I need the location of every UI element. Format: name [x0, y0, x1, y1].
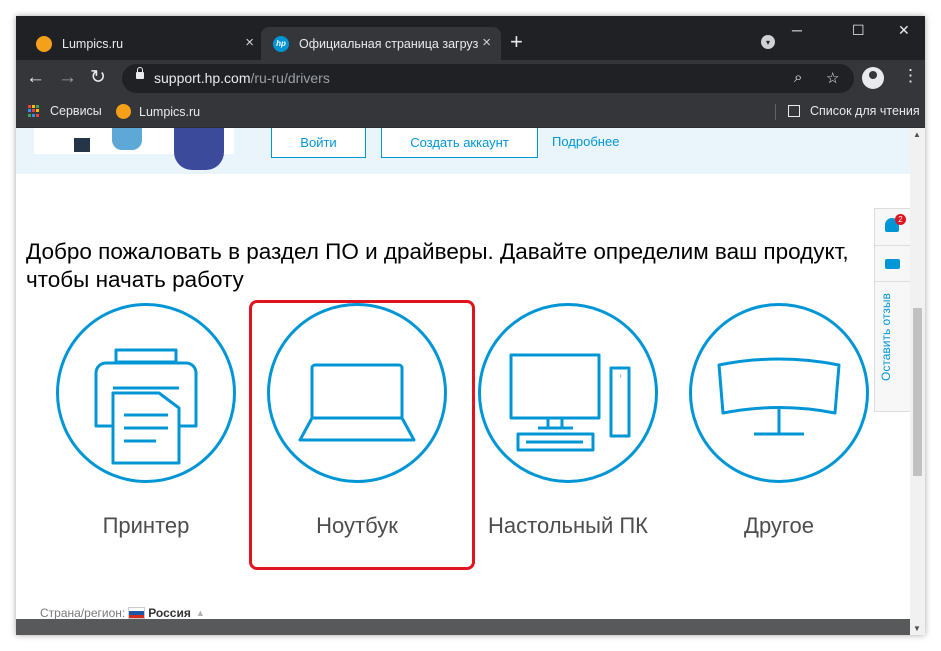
region-selector[interactable]: Страна/регион: Россия ▲	[40, 606, 205, 619]
maximize-icon[interactable]: ☐	[852, 22, 865, 39]
toolbar: ← → ↻ support.hp.com/ru-ru/drivers ⌕ ☆ ⋮	[16, 60, 925, 97]
address-bar[interactable]: support.hp.com/ru-ru/drivers ⌕ ☆	[122, 64, 854, 93]
reading-list-icon	[788, 105, 800, 117]
russia-flag-icon	[128, 607, 146, 619]
tab-search-icon[interactable]: ▾	[761, 35, 775, 49]
desktop-icon	[509, 353, 631, 452]
bookmark-apps[interactable]: Сервисы	[28, 104, 102, 118]
banner-illustration-chair	[112, 128, 142, 150]
page-footer-band	[16, 619, 910, 635]
banner-illustration-item	[74, 138, 90, 152]
tab-title: Lumpics.ru	[62, 36, 124, 51]
category-desktop[interactable]: Настольный ПК	[456, 303, 666, 543]
vertical-scrollbar[interactable]: ▲ ▼	[910, 128, 925, 635]
url-path: /ru-ru/drivers	[250, 70, 330, 86]
side-divider	[875, 281, 910, 282]
browser-window: Lumpics.ru × hp Официальная страница заг…	[16, 16, 925, 635]
country-name: Россия	[148, 606, 191, 619]
tab-strip: Lumpics.ru × hp Официальная страница заг…	[16, 16, 925, 60]
banner-illustration-person	[174, 128, 224, 170]
region-label: Страна/регион:	[40, 606, 126, 619]
tab-close-icon[interactable]: ×	[245, 35, 254, 51]
welcome-heading: Добро пожаловать в раздел ПО и драйверы.…	[26, 239, 849, 292]
bookmark-star-icon[interactable]: ☆	[826, 69, 839, 87]
monitor-icon	[717, 357, 841, 436]
category-label: Принтер	[102, 513, 190, 538]
reload-button[interactable]: ↻	[90, 66, 106, 90]
forward-button[interactable]: →	[58, 66, 77, 90]
close-window-icon[interactable]: ✕	[898, 22, 910, 39]
printer-icon	[94, 348, 198, 465]
new-tab-button[interactable]: +	[510, 30, 523, 54]
side-divider	[875, 245, 910, 246]
lumpics-favicon-icon	[116, 104, 131, 119]
category-label: Настольный ПК	[488, 513, 648, 538]
scroll-up-icon[interactable]: ▲	[913, 130, 921, 139]
bookmark-label: Сервисы	[50, 104, 102, 118]
scroll-down-icon[interactable]: ▼	[913, 624, 921, 633]
profile-avatar[interactable]	[862, 67, 884, 89]
page-content: Войти Создать аккаунт Подробнее Добро по…	[16, 128, 910, 619]
more-info-link[interactable]: Подробнее	[552, 134, 619, 149]
zoom-icon[interactable]: ⌕	[794, 69, 802, 86]
tab-title: Официальная страница загрузк	[299, 36, 479, 51]
lock-icon	[136, 67, 144, 79]
reading-list-label: Список для чтения	[810, 104, 920, 118]
url-host: support.hp.com	[154, 70, 251, 86]
chevron-up-icon: ▲	[195, 608, 205, 618]
apps-grid-icon	[28, 105, 40, 117]
tab-hp-support[interactable]: hp Официальная страница загрузк ×	[261, 27, 501, 60]
bookmark-label: Lumpics.ru	[139, 104, 201, 119]
create-account-button[interactable]: Создать аккаунт	[381, 128, 538, 158]
laptop-highlight-frame	[249, 300, 475, 570]
menu-icon[interactable]: ⋮	[902, 66, 919, 86]
feedback-button[interactable]: Оставить отзыв	[879, 293, 893, 381]
category-label: Другое	[744, 513, 814, 538]
tab-close-icon[interactable]: ×	[482, 35, 491, 51]
notification-badge: 2	[895, 214, 906, 225]
hp-favicon-icon: hp	[273, 35, 289, 52]
bookmark-lumpics[interactable]: Lumpics.ru	[116, 104, 200, 119]
back-button[interactable]: ←	[26, 66, 45, 90]
category-other[interactable]: Другое	[667, 303, 877, 543]
print-icon[interactable]	[885, 259, 900, 269]
lumpics-favicon-icon	[36, 35, 52, 52]
tab-lumpics[interactable]: Lumpics.ru ×	[24, 27, 264, 60]
account-banner: Войти Создать аккаунт Подробнее	[16, 128, 910, 174]
bookmarks-bar: Сервисы Lumpics.ru Список для чтения	[16, 97, 925, 128]
scroll-thumb[interactable]	[913, 308, 922, 476]
side-widget: 2 Оставить отзыв	[874, 208, 910, 412]
bookmarks-separator	[775, 104, 776, 120]
category-printer[interactable]: Принтер	[34, 303, 244, 543]
minimize-icon[interactable]: ─	[792, 22, 802, 38]
url-text: support.hp.com/ru-ru/drivers	[154, 70, 330, 86]
login-button[interactable]: Войти	[271, 128, 366, 158]
reading-list-button[interactable]: Список для чтения	[788, 104, 920, 118]
